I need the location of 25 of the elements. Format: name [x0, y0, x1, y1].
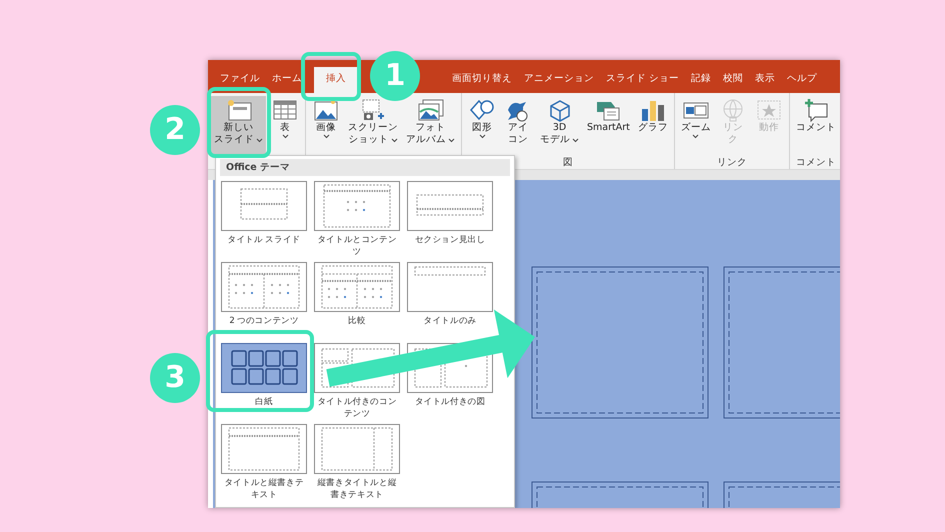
ribbon-tab[interactable]: 表示	[749, 67, 782, 93]
ribbon-tab[interactable]: 挿入	[314, 67, 358, 93]
comment-button[interactable]: コメント	[792, 96, 839, 156]
smartart-button[interactable]: SmartArt	[584, 96, 633, 156]
step-badge: 2	[150, 105, 200, 155]
zoom-button[interactable]: ズーム	[678, 96, 714, 156]
table-button[interactable]: 表	[268, 96, 302, 156]
ribbon-tab[interactable]: ヘルプ	[781, 67, 824, 93]
ribbon-tab[interactable]: 画面切り替え	[446, 67, 518, 93]
menu-header: Office テーマ	[226, 162, 290, 173]
ribbon-tab[interactable]: 校閲	[717, 67, 750, 93]
bar-chart-button[interactable]: グラフ	[634, 96, 671, 156]
bird-button[interactable]: アイ コン	[501, 96, 535, 156]
group-label: リンク	[716, 156, 747, 169]
new-slide-button[interactable]: 新しい スライド	[211, 96, 266, 156]
group-label: 図	[562, 156, 573, 169]
ribbon-tab[interactable]: 記録	[685, 67, 718, 93]
ribbon-tab[interactable]: ホーム	[266, 67, 308, 93]
cube-button[interactable]: 3D モデル	[537, 96, 582, 156]
group-label: コメント	[796, 156, 836, 169]
ribbon-tab[interactable]: スライド ショー	[600, 67, 686, 93]
ribbon-tab[interactable]: アニメーション	[518, 67, 600, 93]
picture-button[interactable]: 画像	[309, 96, 343, 156]
step-badge: 3	[150, 353, 200, 403]
ribbon-tab[interactable]: ファイル	[214, 67, 266, 93]
